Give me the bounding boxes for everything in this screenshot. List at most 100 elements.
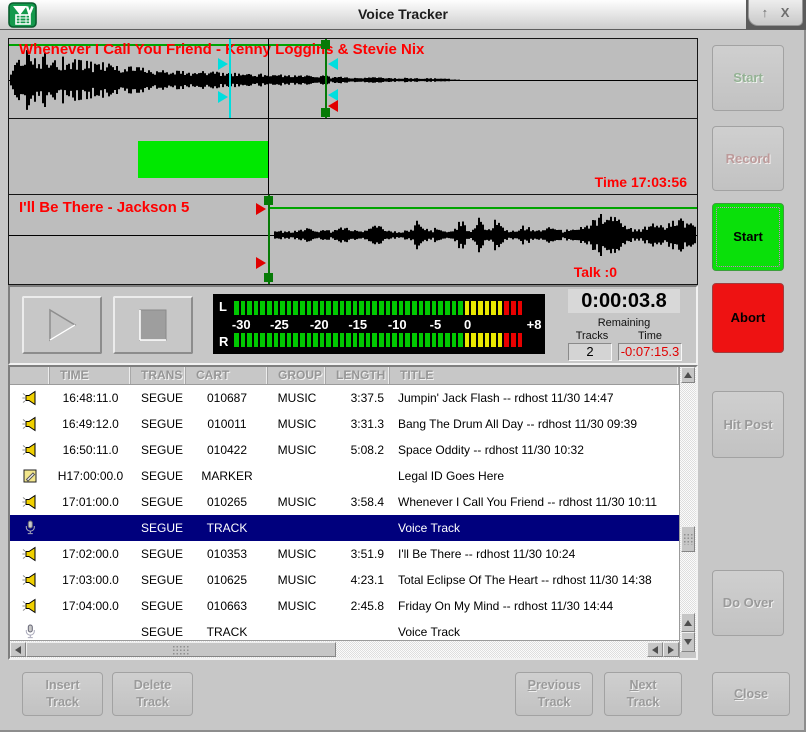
- speaker-icon: [22, 494, 39, 510]
- talk-marker-handle-icon[interactable]: [218, 91, 228, 103]
- meter-segment: [333, 333, 338, 347]
- table-row[interactable]: 16:49:12.0SEGUE010011MUSIC3:31.3Bang The…: [10, 411, 679, 437]
- table-row[interactable]: 17:04:00.0SEGUE010663MUSIC2:45.8Friday O…: [10, 593, 679, 619]
- voice-track-region[interactable]: [138, 141, 269, 178]
- meter-segment: [432, 301, 437, 315]
- column-header-group[interactable]: GROUP: [268, 367, 326, 384]
- scroll-up-button-2[interactable]: [681, 613, 695, 632]
- do-over-button[interactable]: Do Over: [712, 570, 784, 636]
- row-cell: SEGUE: [131, 463, 186, 489]
- abort-button[interactable]: Abort: [712, 283, 784, 353]
- scroll-up-icon: [684, 620, 692, 626]
- insert-track-button[interactable]: InsertTrack: [22, 672, 103, 716]
- transport-panel: L R -30-25-20-15-10-50+8 0:00:03.8 Remai…: [8, 285, 698, 365]
- table-row[interactable]: 17:03:00.0SEGUE010625MUSIC4:23.1Total Ec…: [10, 567, 679, 593]
- meter-segment: [419, 301, 424, 315]
- row-cell: MUSIC: [268, 437, 326, 463]
- voice-track-pane[interactable]: Time 17:03:56: [8, 118, 698, 195]
- meter-segment: [326, 301, 331, 315]
- meter-right-segments: [234, 333, 524, 347]
- vertical-scrollbar[interactable]: [679, 367, 696, 658]
- column-header-trans[interactable]: TRANS: [131, 367, 186, 384]
- track2-fade-line: [270, 207, 697, 209]
- table-row[interactable]: H17:00:00.0SEGUEMARKERLegal ID Goes Here: [10, 463, 679, 489]
- table-row[interactable]: SEGUETRACKVoice Track: [10, 619, 679, 640]
- track2-waveform-pane[interactable]: I'll Be There - Jackson 5 Talk :0: [8, 194, 698, 285]
- meter-segment: [287, 333, 292, 347]
- track2-start-handle-icon[interactable]: [256, 257, 266, 269]
- row-cell: H17:00:00.0: [50, 463, 131, 489]
- vertical-scrollbar-thumb[interactable]: [681, 526, 695, 552]
- meter-segment: [247, 333, 252, 347]
- scroll-left-button-2[interactable]: [647, 642, 663, 657]
- stop-button[interactable]: [113, 296, 193, 354]
- track2-start-handle-icon[interactable]: [256, 203, 266, 215]
- row-cell: TRACK: [186, 619, 268, 640]
- close-window-icon[interactable]: X: [781, 5, 790, 20]
- row-cell: 4:23.1: [326, 567, 390, 593]
- track2-start-marker-line[interactable]: [268, 195, 270, 284]
- playhead-line: [268, 39, 269, 194]
- table-row[interactable]: 16:48:11.0SEGUE010687MUSIC3:37.5Jumpin' …: [10, 385, 679, 411]
- table-row[interactable]: 16:50:11.0SEGUE010422MUSIC5:08.2Space Od…: [10, 437, 679, 463]
- end-marker-handle-icon[interactable]: [328, 100, 338, 112]
- table-row[interactable]: 17:02:00.0SEGUE010353MUSIC3:51.9I'll Be …: [10, 541, 679, 567]
- meter-segment: [353, 301, 358, 315]
- horizontal-scrollbar-thumb[interactable]: [26, 642, 336, 657]
- row-cell: [268, 515, 326, 541]
- table-row[interactable]: 17:01:00.0SEGUE010265MUSIC3:58.4Whenever…: [10, 489, 679, 515]
- scroll-up-button[interactable]: [681, 367, 695, 383]
- row-cell: [50, 515, 131, 541]
- talk-start-marker-line[interactable]: [229, 39, 231, 118]
- scroll-left-button[interactable]: [10, 642, 26, 657]
- row-cell: 17:03:00.0: [50, 567, 131, 593]
- meter-segment: [478, 333, 483, 347]
- meter-segment: [432, 333, 437, 347]
- record-button[interactable]: Record: [712, 126, 784, 191]
- next-track-button[interactable]: NextTrack: [604, 672, 682, 716]
- previous-track-button[interactable]: PreviousTrack: [515, 672, 593, 716]
- meter-segment: [452, 333, 457, 347]
- scroll-down-button[interactable]: [681, 632, 695, 652]
- meter-segment: [425, 333, 430, 347]
- row-cell: SEGUE: [131, 437, 186, 463]
- titlebar[interactable]: Voice Tracker ↑ X: [0, 0, 806, 30]
- scroll-right-button[interactable]: [663, 642, 679, 657]
- meter-segment: [465, 333, 470, 347]
- meter-segment: [307, 301, 312, 315]
- meter-segment: [412, 301, 417, 315]
- talk-end-handle-icon[interactable]: [328, 58, 338, 70]
- column-header-time[interactable]: TIME: [50, 367, 131, 384]
- talk-marker-handle-icon[interactable]: [218, 58, 228, 70]
- row-cell: MUSIC: [268, 567, 326, 593]
- meter-segment: [485, 301, 490, 315]
- segue-marker-square-icon[interactable]: [321, 40, 330, 49]
- delete-track-button[interactable]: DeleteTrack: [112, 672, 193, 716]
- row-cell: 17:01:00.0: [50, 489, 131, 515]
- shade-window-icon[interactable]: ↑: [762, 5, 769, 20]
- meter-segment: [274, 333, 279, 347]
- start-record-button[interactable]: Start: [712, 45, 784, 111]
- hit-post-button[interactable]: Hit Post: [712, 391, 784, 458]
- play-button[interactable]: [22, 296, 102, 354]
- table-row[interactable]: SEGUETRACKVoice Track: [10, 515, 679, 541]
- segue-end-marker-line[interactable]: [325, 39, 327, 118]
- horizontal-scrollbar[interactable]: [10, 640, 679, 658]
- column-header-cart[interactable]: CART: [186, 367, 268, 384]
- column-header-title[interactable]: TITLE: [390, 367, 679, 384]
- row-icon-cell: [10, 489, 50, 515]
- column-header-length[interactable]: LENGTH: [326, 367, 390, 384]
- start-playback-button[interactable]: Start: [712, 203, 784, 271]
- track2-marker-square-icon[interactable]: [264, 273, 273, 282]
- column-header-icon[interactable]: [10, 367, 50, 384]
- meter-segment: [504, 333, 509, 347]
- track1-waveform-pane[interactable]: Whenever I Call You Friend - Kenny Loggi…: [8, 38, 698, 119]
- meter-right-label: R: [219, 334, 228, 349]
- thumb-grip-icon: [683, 533, 693, 545]
- close-button[interactable]: Close: [712, 672, 790, 716]
- remaining-tracks-label: Tracks: [562, 330, 622, 342]
- row-cell: Jumpin' Jack Flash -- rdhost 11/30 14:47: [390, 385, 679, 411]
- meter-segment: [293, 301, 298, 315]
- meter-segment: [280, 333, 285, 347]
- meter-segment: [307, 333, 312, 347]
